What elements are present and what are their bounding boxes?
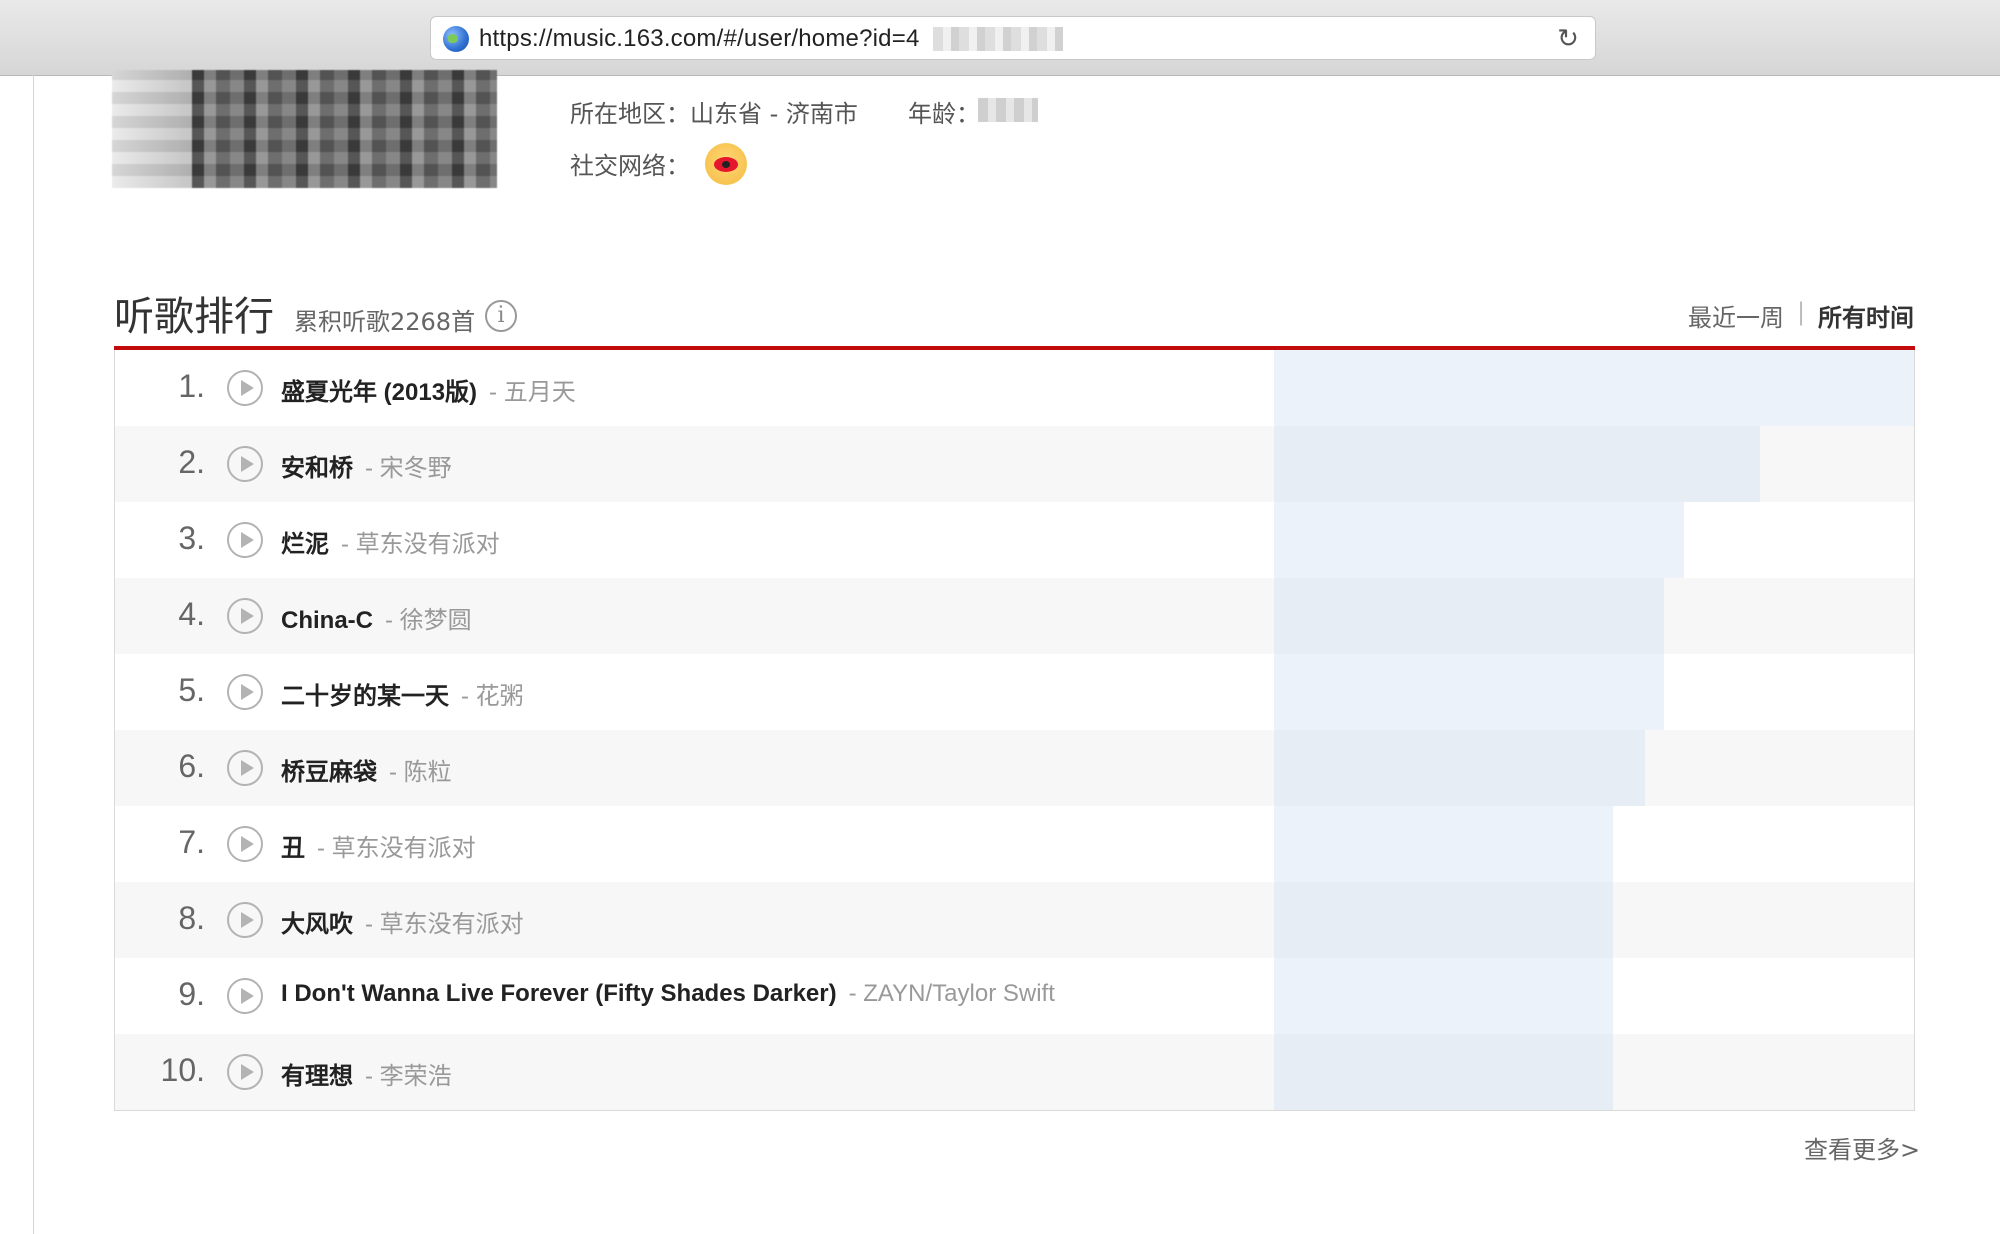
region-label: 所在地区： [570, 100, 690, 128]
song-name[interactable]: 盛夏光年 (2013版) [281, 379, 477, 406]
info-icon[interactable]: i [485, 300, 517, 332]
tab-recent-week[interactable]: 最近一周 [1688, 298, 1784, 333]
play-count-bar [1274, 654, 1664, 730]
song-rank: 3. [178, 520, 205, 556]
address-bar[interactable]: https://music.163.com/#/user/home?id=4 ↻ [430, 16, 1596, 60]
song-artist[interactable]: - 徐梦圆 [385, 607, 472, 634]
ranking-subtitle: 累积听歌2268首 [294, 308, 476, 336]
song-ranking-list: 1. 盛夏光年 (2013版) - 五月天 2. 安和桥 - 宋冬野 3. 烂泥 - 草东没有派… [114, 350, 1915, 1111]
song-rank: 8. [178, 900, 205, 936]
song-row[interactable]: 8. 大风吹 - 草东没有派对 [115, 882, 1914, 958]
song-info: 二十岁的某一天 - 花粥 [281, 676, 524, 711]
song-artist[interactable]: - 陈粒 [389, 759, 452, 786]
region-value: 山东省 - 济南市 [690, 100, 858, 128]
song-info: China-C - 徐梦圆 [281, 600, 472, 635]
age-redacted [978, 98, 1038, 122]
song-rank: 2. [178, 444, 205, 480]
ranking-title: 听歌排行 [114, 294, 274, 340]
song-rank: 6. [178, 748, 205, 784]
song-info: I Don't Wanna Live Forever (Fifty Shades… [281, 980, 1055, 1008]
age-label: 年龄： [908, 100, 980, 128]
song-artist[interactable]: - 宋冬野 [365, 455, 452, 482]
play-count-bar [1274, 730, 1645, 806]
song-name[interactable]: 大风吹 [281, 911, 353, 938]
globe-icon [443, 26, 469, 52]
play-icon[interactable] [227, 674, 263, 710]
view-more-link[interactable]: 查看更多> [1804, 1130, 1920, 1165]
play-count-bar [1274, 350, 1914, 426]
song-name[interactable]: 二十岁的某一天 [281, 683, 449, 710]
play-icon[interactable] [227, 826, 263, 862]
url-redacted [933, 27, 1063, 51]
song-info: 有理想 - 李荣浩 [281, 1056, 452, 1091]
song-row[interactable]: 10. 有理想 - 李荣浩 [115, 1034, 1914, 1110]
song-name[interactable]: 桥豆麻袋 [281, 759, 377, 786]
song-row[interactable]: 4. China-C - 徐梦圆 [115, 578, 1914, 654]
song-name[interactable]: 安和桥 [281, 455, 353, 482]
song-row[interactable]: 9. I Don't Wanna Live Forever (Fifty Shad… [115, 958, 1914, 1034]
tab-separator: | [1797, 298, 1806, 326]
play-icon[interactable] [227, 1054, 263, 1090]
play-count-bar [1274, 1034, 1613, 1110]
song-artist[interactable]: - 草东没有派对 [365, 911, 524, 938]
song-name[interactable]: 有理想 [281, 1063, 353, 1090]
song-info: 桥豆麻袋 - 陈粒 [281, 752, 452, 787]
song-info: 盛夏光年 (2013版) - 五月天 [281, 372, 576, 407]
social-label: 社交网络： [570, 152, 690, 180]
song-name[interactable]: 烂泥 [281, 531, 329, 558]
song-artist[interactable]: - ZAYN/Taylor Swift [849, 980, 1055, 1007]
play-count-bar [1274, 958, 1613, 1034]
song-row[interactable]: 6. 桥豆麻袋 - 陈粒 [115, 730, 1914, 806]
play-count-bar [1274, 502, 1684, 578]
play-count-bar [1274, 882, 1613, 958]
page-left-border [33, 75, 34, 1234]
song-info: 安和桥 - 宋冬野 [281, 448, 452, 483]
weibo-icon[interactable] [705, 143, 747, 185]
reload-icon[interactable]: ↻ [1555, 26, 1581, 52]
song-info: 丑 - 草东没有派对 [281, 828, 476, 863]
play-icon[interactable] [227, 370, 263, 406]
song-row[interactable]: 5. 二十岁的某一天 - 花粥 [115, 654, 1914, 730]
song-row[interactable]: 3. 烂泥 - 草东没有派对 [115, 502, 1914, 578]
song-row[interactable]: 7. 丑 - 草东没有派对 [115, 806, 1914, 882]
url-text[interactable]: https://music.163.com/#/user/home?id=4 [479, 25, 920, 53]
song-rank: 7. [178, 824, 205, 860]
song-artist[interactable]: - 花粥 [461, 683, 524, 710]
song-rank: 9. [178, 976, 205, 1012]
play-count-bar [1274, 426, 1760, 502]
song-rank: 4. [178, 596, 205, 632]
play-icon[interactable] [227, 598, 263, 634]
play-icon[interactable] [227, 446, 263, 482]
song-info: 大风吹 - 草东没有派对 [281, 904, 524, 939]
play-icon[interactable] [227, 902, 263, 938]
browser-toolbar: https://music.163.com/#/user/home?id=4 ↻ [0, 0, 2000, 76]
song-rank: 1. [178, 368, 205, 404]
weibo-eye-icon [714, 157, 738, 172]
song-rank: 10. [160, 1052, 205, 1088]
song-name[interactable]: I Don't Wanna Live Forever (Fifty Shades… [281, 980, 837, 1007]
avatar [112, 70, 497, 188]
song-artist[interactable]: - 草东没有派对 [317, 835, 476, 862]
play-count-bar [1274, 806, 1613, 882]
song-info: 烂泥 - 草东没有派对 [281, 524, 500, 559]
song-row[interactable]: 1. 盛夏光年 (2013版) - 五月天 [115, 350, 1914, 426]
tab-all-time[interactable]: 所有时间 [1818, 298, 1914, 333]
song-artist[interactable]: - 草东没有派对 [341, 531, 500, 558]
play-icon[interactable] [227, 978, 263, 1014]
song-artist[interactable]: - 李荣浩 [365, 1063, 452, 1090]
song-artist[interactable]: - 五月天 [489, 379, 576, 406]
song-name[interactable]: 丑 [281, 835, 305, 862]
song-row[interactable]: 2. 安和桥 - 宋冬野 [115, 426, 1914, 502]
song-rank: 5. [178, 672, 205, 708]
play-icon[interactable] [227, 522, 263, 558]
region-info: 所在地区：山东省 - 济南市 [570, 94, 858, 129]
song-name[interactable]: China-C [281, 607, 373, 634]
play-icon[interactable] [227, 750, 263, 786]
play-count-bar [1274, 578, 1664, 654]
